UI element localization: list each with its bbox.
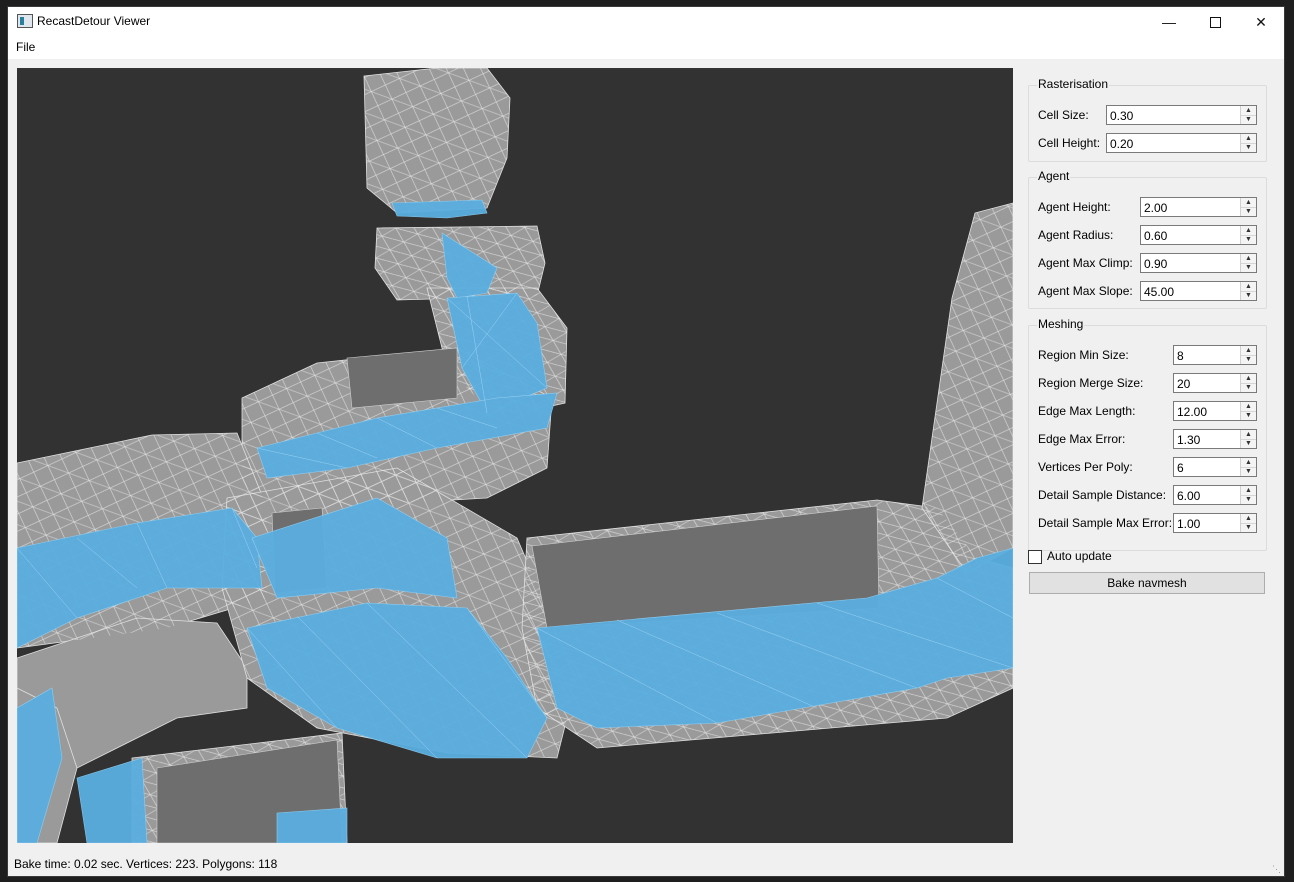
cell-size-value: 0.30: [1110, 109, 1134, 123]
agent-max-slope-label: Agent Max Slope:: [1038, 284, 1133, 298]
meshing-title: Meshing: [1037, 317, 1085, 331]
rasterisation-title: Rasterisation: [1037, 77, 1110, 91]
region-min-size-spinbox[interactable]: 8 ▲ ▼: [1173, 345, 1257, 365]
agent-max-slope-spinbox[interactable]: 45.00 ▲ ▼: [1140, 281, 1257, 301]
edge-max-length-label: Edge Max Length:: [1038, 404, 1136, 418]
spin-down-icon[interactable]: ▼: [1241, 495, 1256, 504]
agent-height-spinbox[interactable]: 2.00 ▲ ▼: [1140, 197, 1257, 217]
cell-size-spinbox[interactable]: 0.30 ▲ ▼: [1106, 105, 1257, 125]
navmesh-scene: [17, 68, 1013, 843]
agent-max-slope-value: 45.00: [1144, 285, 1175, 299]
edge-max-error-spinbox[interactable]: 1.30 ▲ ▼: [1173, 429, 1257, 449]
agent-radius-label: Agent Radius:: [1038, 228, 1114, 242]
detail-sample-distance-spinbox[interactable]: 6.00 ▲ ▼: [1173, 485, 1257, 505]
spin-down-icon[interactable]: ▼: [1241, 115, 1256, 124]
minimize-button[interactable]: —: [1146, 7, 1192, 37]
detail-sample-max-error-label: Detail Sample Max Error:: [1038, 516, 1173, 530]
agent-max-climb-label: Agent Max Climp:: [1038, 256, 1133, 270]
meshing-group: Meshing Region Min Size: 8 ▲ ▼ Region Mer…: [1028, 317, 1267, 551]
agent-height-value: 2.00: [1144, 201, 1168, 215]
region-merge-size-label: Region Merge Size:: [1038, 376, 1144, 390]
maximize-icon: [1209, 16, 1221, 28]
status-bar-text: Bake time: 0.02 sec. Vertices: 223. Poly…: [14, 857, 278, 871]
agent-group: Agent Agent Height: 2.00 ▲ ▼ Agent Radius…: [1028, 169, 1267, 309]
vertices-per-poly-spinbox[interactable]: 6 ▲ ▼: [1173, 457, 1257, 477]
main-window: RecastDetour Viewer — ✕ File Rasterisati…: [8, 7, 1284, 876]
bake-navmesh-button[interactable]: Bake navmesh: [1029, 572, 1265, 594]
auto-update-label[interactable]: Auto update: [1047, 549, 1112, 563]
rasterisation-group: Rasterisation Cell Size: 0.30 ▲ ▼ Cell He…: [1028, 77, 1267, 162]
menu-bar: File: [8, 37, 1284, 59]
vertices-per-poly-label: Vertices Per Poly:: [1038, 460, 1133, 474]
agent-height-label: Agent Height:: [1038, 200, 1111, 214]
agent-radius-spinbox[interactable]: 0.60 ▲ ▼: [1140, 225, 1257, 245]
cell-height-value: 0.20: [1110, 137, 1134, 151]
edge-max-length-value: 12.00: [1177, 405, 1208, 419]
menu-file[interactable]: File: [16, 40, 35, 54]
spin-down-icon[interactable]: ▼: [1241, 235, 1256, 244]
agent-radius-value: 0.60: [1144, 229, 1168, 243]
spin-down-icon[interactable]: ▼: [1241, 523, 1256, 532]
spin-down-icon[interactable]: ▼: [1241, 411, 1256, 420]
edge-max-error-value: 1.30: [1177, 433, 1201, 447]
detail-sample-distance-label: Detail Sample Distance:: [1038, 488, 1167, 502]
resize-grip-icon[interactable]: ⋱: [1272, 864, 1282, 874]
app-icon: [17, 14, 33, 28]
close-icon: ✕: [1255, 13, 1267, 30]
spin-down-icon[interactable]: ▼: [1241, 207, 1256, 216]
region-merge-size-spinbox[interactable]: 20 ▲ ▼: [1173, 373, 1257, 393]
edge-max-error-label: Edge Max Error:: [1038, 432, 1126, 446]
cell-size-label: Cell Size:: [1038, 108, 1089, 122]
minimize-icon: —: [1162, 14, 1176, 30]
maximize-button[interactable]: [1192, 7, 1238, 37]
region-min-size-label: Region Min Size:: [1038, 348, 1129, 362]
auto-update-checkbox[interactable]: [1028, 550, 1042, 564]
detail-sample-max-error-spinbox[interactable]: 1.00 ▲ ▼: [1173, 513, 1257, 533]
spin-down-icon[interactable]: ▼: [1241, 263, 1256, 272]
agent-max-climb-value: 0.90: [1144, 257, 1168, 271]
spin-down-icon[interactable]: ▼: [1241, 291, 1256, 300]
spin-down-icon[interactable]: ▼: [1241, 143, 1256, 152]
edge-max-length-spinbox[interactable]: 12.00 ▲ ▼: [1173, 401, 1257, 421]
detail-sample-max-error-value: 1.00: [1177, 517, 1201, 531]
region-min-size-value: 8: [1177, 349, 1184, 363]
spin-down-icon[interactable]: ▼: [1241, 355, 1256, 364]
agent-max-climb-spinbox[interactable]: 0.90 ▲ ▼: [1140, 253, 1257, 273]
3d-viewport[interactable]: [17, 68, 1013, 843]
region-merge-size-value: 20: [1177, 377, 1191, 391]
close-button[interactable]: ✕: [1238, 7, 1284, 37]
vertices-per-poly-value: 6: [1177, 461, 1184, 475]
detail-sample-distance-value: 6.00: [1177, 489, 1201, 503]
cell-height-spinbox[interactable]: 0.20 ▲ ▼: [1106, 133, 1257, 153]
cell-height-label: Cell Height:: [1038, 136, 1101, 150]
window-title: RecastDetour Viewer: [37, 14, 151, 28]
spin-down-icon[interactable]: ▼: [1241, 439, 1256, 448]
spin-down-icon[interactable]: ▼: [1241, 467, 1256, 476]
spin-down-icon[interactable]: ▼: [1241, 383, 1256, 392]
agent-title: Agent: [1037, 169, 1071, 183]
title-bar[interactable]: RecastDetour Viewer — ✕: [8, 7, 1284, 37]
